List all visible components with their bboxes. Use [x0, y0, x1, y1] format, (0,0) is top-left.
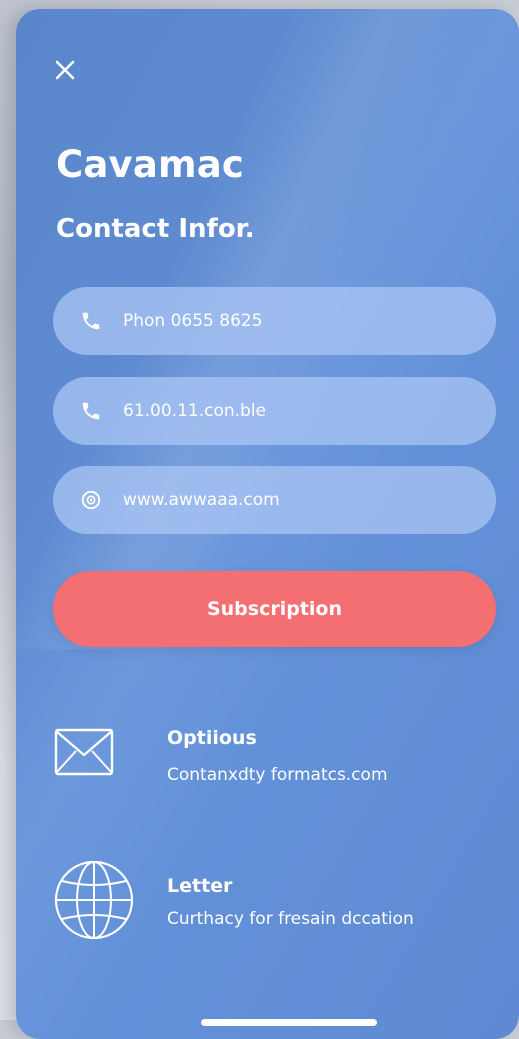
second-phone-field-value: 61.00.11.con.ble: [123, 401, 267, 421]
phone-field-value: Phon 0655 8625: [123, 311, 263, 331]
info-row-letter-text: Curthacy for fresain dccation: [167, 909, 414, 929]
second-phone-field[interactable]: 61.00.11.con.ble: [53, 377, 496, 445]
section-subtitle: Contact Infor.: [56, 214, 255, 244]
website-field-value: www.awwaaa.com: [123, 490, 280, 510]
info-row-options[interactable]: Optiious Contanxdty formatcs.com: [53, 719, 493, 809]
info-row-letter-title: Letter: [167, 875, 233, 897]
phone-icon: [79, 399, 103, 423]
info-row-options-text: Contanxdty formatcs.com: [167, 765, 388, 785]
website-field[interactable]: www.awwaaa.com: [53, 466, 496, 534]
globe-icon: [53, 859, 135, 945]
globe-icon: [79, 488, 103, 512]
close-button[interactable]: [50, 55, 80, 85]
page-title: Cavamac: [56, 143, 245, 186]
info-row-options-title: Optiious: [167, 727, 257, 749]
contact-card: Cavamac Contact Infor. Phon 0655 8625 61…: [16, 9, 519, 1039]
phone-field[interactable]: Phon 0655 8625: [53, 287, 496, 355]
phone-icon: [79, 309, 103, 333]
home-indicator[interactable]: [201, 1019, 377, 1026]
subscription-button[interactable]: Subscription: [53, 571, 496, 647]
info-row-letter[interactable]: Letter Curthacy for fresain dccation: [53, 859, 493, 949]
close-icon: [55, 60, 75, 80]
envelope-icon: [53, 727, 115, 781]
